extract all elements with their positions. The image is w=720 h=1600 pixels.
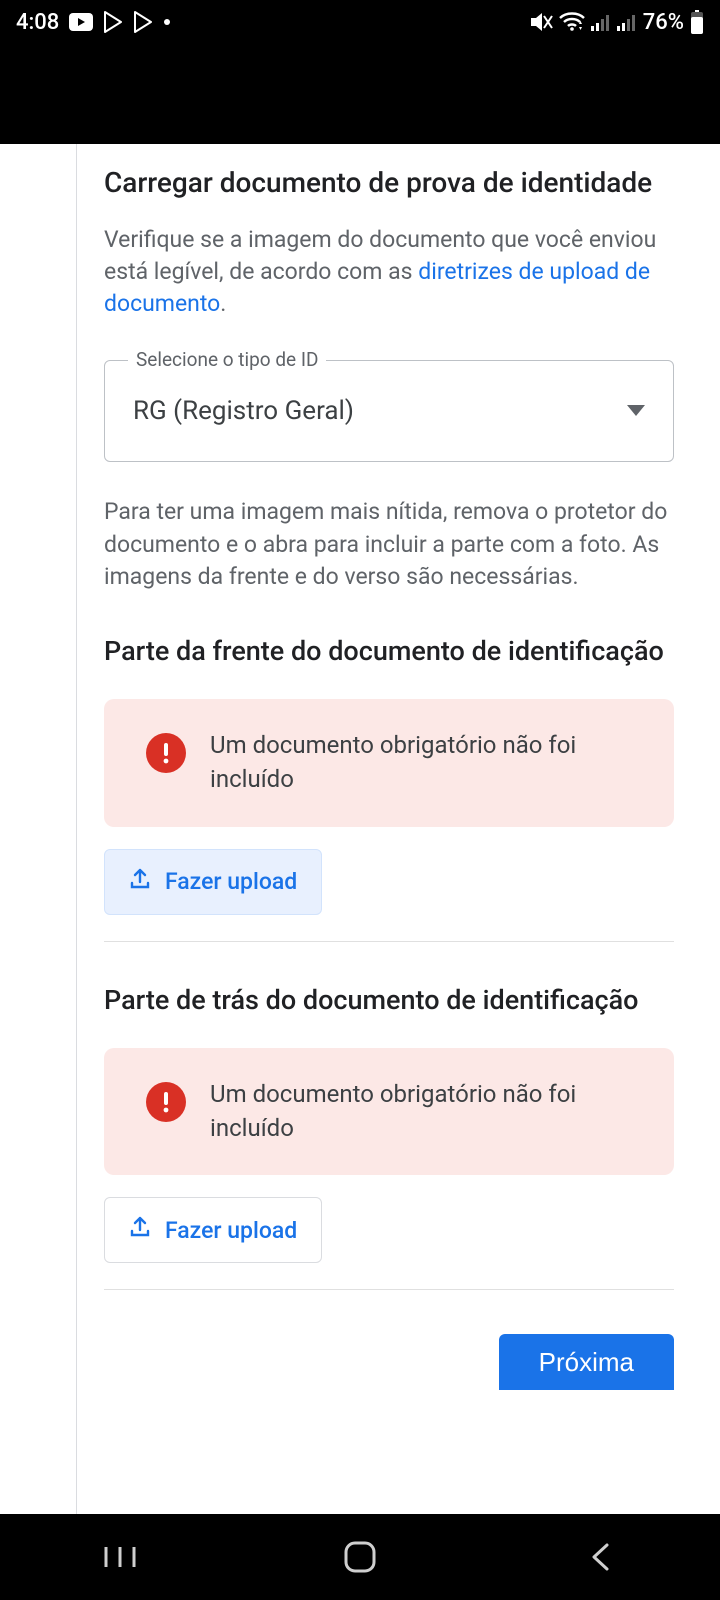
nav-back-button[interactable] bbox=[540, 1527, 660, 1587]
upload-icon bbox=[129, 868, 151, 896]
signal-icon bbox=[617, 13, 637, 31]
section-back-title: Parte de trás do documento de identifica… bbox=[104, 982, 674, 1018]
page-title: Carregar documento de prova de identidad… bbox=[104, 144, 674, 202]
play-store-icon bbox=[133, 11, 153, 33]
front-error-banner: Um documento obrigatório não foi incluíd… bbox=[104, 699, 674, 826]
back-error-text: Um documento obrigatório não foi incluíd… bbox=[210, 1078, 644, 1145]
wifi-icon bbox=[559, 12, 585, 32]
battery-text: 76% bbox=[643, 10, 684, 35]
android-status-bar: 4:08 76% bbox=[0, 0, 720, 44]
section-front-title: Parte da frente do documento de identifi… bbox=[104, 633, 674, 669]
helper-text-suffix: . bbox=[220, 290, 226, 317]
back-upload-label: Fazer upload bbox=[165, 1217, 297, 1244]
nav-home-button[interactable] bbox=[300, 1527, 420, 1587]
nav-recent-button[interactable] bbox=[60, 1527, 180, 1587]
error-icon bbox=[146, 733, 186, 773]
select-value: RG (Registro Geral) bbox=[133, 396, 354, 426]
error-icon bbox=[146, 1082, 186, 1122]
divider bbox=[104, 941, 674, 942]
next-button[interactable]: Próxima bbox=[499, 1334, 674, 1390]
id-type-select[interactable]: Selecione o tipo de ID RG (Registro Gera… bbox=[104, 360, 674, 462]
dot-icon bbox=[163, 18, 171, 26]
app-header-black bbox=[0, 44, 720, 144]
front-upload-label: Fazer upload bbox=[165, 868, 297, 895]
divider bbox=[104, 1289, 674, 1290]
signal-icon bbox=[591, 13, 611, 31]
hint-text: Para ter uma imagem mais nítida, remova … bbox=[104, 496, 674, 593]
back-error-banner: Um documento obrigatório não foi incluíd… bbox=[104, 1048, 674, 1175]
helper-text: Verifique se a imagem do documento que v… bbox=[104, 224, 674, 321]
upload-icon bbox=[129, 1216, 151, 1244]
play-store-icon bbox=[103, 11, 123, 33]
front-upload-button[interactable]: Fazer upload bbox=[104, 849, 322, 915]
front-error-text: Um documento obrigatório não foi incluíd… bbox=[210, 729, 644, 796]
battery-icon bbox=[690, 10, 704, 34]
select-legend: Selecione o tipo de ID bbox=[128, 348, 326, 371]
youtube-icon bbox=[69, 13, 93, 31]
volume-muted-icon bbox=[529, 11, 553, 33]
android-nav-bar bbox=[0, 1514, 720, 1600]
chevron-down-icon bbox=[627, 402, 645, 421]
back-upload-button[interactable]: Fazer upload bbox=[104, 1197, 322, 1263]
status-time: 4:08 bbox=[16, 10, 59, 35]
